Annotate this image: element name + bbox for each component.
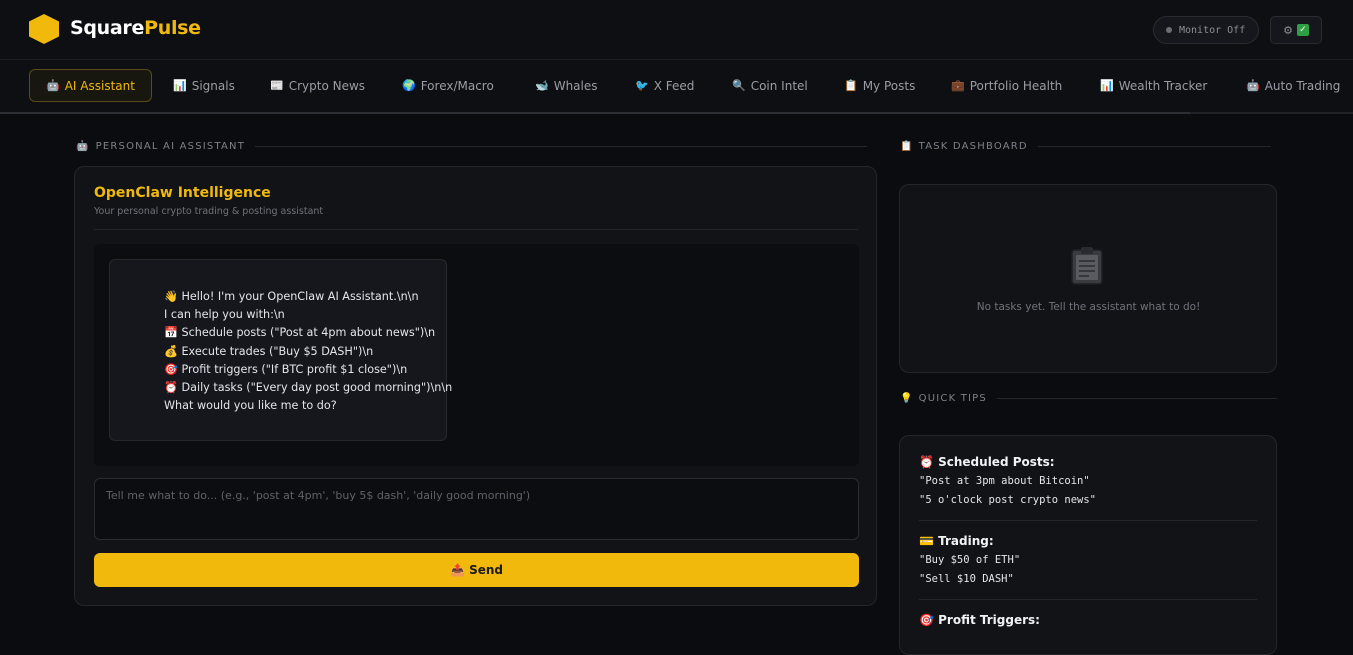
message-line: 🎯 Profit triggers ("If BTC profit $1 clo…: [164, 362, 408, 376]
magnifier-icon: 🔍: [732, 79, 746, 92]
assistant-section-heading: 🤖 PERSONAL AI ASSISTANT: [76, 141, 868, 152]
clipboard-icon: 📋: [844, 79, 858, 92]
tab-whales[interactable]: 🐋 Whales: [535, 69, 598, 102]
divider: [996, 398, 1277, 399]
gear-icon: ⚙: [1283, 23, 1293, 37]
task-dashboard-panel: No tasks yet. Tell the assistant what to…: [899, 184, 1277, 373]
quick-tips-panel: ⏰ Scheduled Posts: "Post at 3pm about Bi…: [899, 435, 1277, 655]
divider: [1037, 146, 1271, 147]
send-button[interactable]: 📤 Send: [94, 553, 859, 587]
tip-group-profit-triggers: 🎯 Profit Triggers:: [919, 613, 1257, 627]
divider: [919, 520, 1257, 521]
brand-name-part1: Square: [70, 17, 145, 39]
tab-label: Wealth Tracker: [1118, 78, 1208, 93]
message-line: I can help you with:\n: [164, 308, 285, 322]
tab-auto-trading[interactable]: 🤖 Auto Trading: [1246, 69, 1340, 102]
settings-button[interactable]: ⚙ ✓: [1270, 16, 1322, 44]
tab-label: Coin Intel: [750, 78, 808, 93]
tab-forex-macro[interactable]: 🌍 Forex/Macro: [402, 69, 494, 102]
robot-icon: 🤖: [76, 141, 90, 152]
bar-chart-icon: 📊: [173, 79, 187, 92]
assistant-panel: OpenClaw Intelligence Your personal cryp…: [74, 166, 877, 606]
tab-crypto-news[interactable]: 📰 Crypto News: [270, 69, 365, 102]
section-label-text: QUICK TIPS: [918, 393, 987, 404]
assistant-subtitle: Your personal crypto trading & posting a…: [94, 206, 324, 217]
tab-label: Whales: [553, 78, 598, 93]
assistant-command-input[interactable]: [94, 478, 859, 540]
brand-name: SquarePulse: [70, 17, 201, 39]
task-dashboard-heading: 📋 TASK DASHBOARD: [900, 141, 1271, 152]
tab-label: AI Assistant: [64, 78, 135, 93]
tab-wealth-tracker[interactable]: 📊 Wealth Tracker: [1100, 69, 1207, 102]
tab-label: Forex/Macro: [420, 78, 494, 93]
tab-signals[interactable]: 📊 Signals: [173, 69, 235, 102]
brand-name-part2: Pulse: [144, 17, 201, 39]
tip-example: "Buy $50 of ETH": [919, 554, 1021, 566]
empty-tasks-message: No tasks yet. Tell the assistant what to…: [976, 301, 1201, 313]
clipboard-empty-icon: [1071, 247, 1103, 285]
tip-example: "Post at 3pm about Bitcoin": [919, 475, 1090, 487]
tab-coin-intel[interactable]: 🔍 Coin Intel: [732, 69, 808, 102]
bird-icon: 🐦: [635, 79, 649, 92]
app-header: SquarePulse Monitor Off ⚙ ✓: [0, 0, 1353, 60]
section-label-text: PERSONAL AI ASSISTANT: [95, 141, 246, 152]
tip-title: 💳 Trading:: [919, 534, 994, 548]
tip-title: ⏰ Scheduled Posts:: [919, 455, 1055, 469]
whale-icon: 🐋: [535, 79, 549, 92]
robot-icon: 🤖: [1246, 79, 1260, 92]
tab-x-feed[interactable]: 🐦 X Feed: [635, 69, 694, 102]
tab-ai-assistant[interactable]: 🤖 AI Assistant: [29, 69, 152, 102]
message-line: 💰 Execute trades ("Buy $5 DASH")\n: [164, 344, 374, 358]
logo-hexagon-icon: [29, 14, 59, 44]
message-line: 📅 Schedule posts ("Post at 4pm about new…: [164, 326, 436, 340]
divider: [919, 599, 1257, 600]
monitor-status-dot-icon: [1166, 27, 1172, 33]
main-nav-tabs: 🤖 AI Assistant 📊 Signals 📰 Crypto News 🌍…: [0, 60, 1353, 114]
robot-icon: 🤖: [46, 79, 60, 92]
tab-label: Portfolio Health: [969, 78, 1063, 93]
lightbulb-icon: 💡: [900, 393, 914, 404]
tab-label: My Posts: [862, 78, 916, 93]
globe-icon: 🌍: [402, 79, 416, 92]
assistant-title: OpenClaw Intelligence: [94, 185, 271, 201]
clipboard-icon: 📋: [900, 141, 914, 152]
tab-label: Auto Trading: [1264, 78, 1341, 93]
tab-label: X Feed: [653, 78, 695, 93]
tabs-scrollbar[interactable]: [0, 112, 1190, 114]
briefcase-icon: 💼: [951, 79, 965, 92]
check-icon: ✓: [1296, 24, 1309, 36]
divider: [255, 146, 868, 147]
tip-group-trading: 💳 Trading: "Buy $50 of ETH" "Sell $10 DA…: [919, 534, 1257, 589]
tip-example: "Sell $10 DASH": [919, 573, 1014, 585]
tab-my-posts[interactable]: 📋 My Posts: [844, 69, 915, 102]
tab-portfolio-health[interactable]: 💼 Portfolio Health: [951, 69, 1062, 102]
quick-tips-heading: 💡 QUICK TIPS: [900, 393, 1277, 404]
tip-title: 🎯 Profit Triggers:: [919, 613, 1040, 627]
monitor-toggle-button[interactable]: Monitor Off: [1153, 16, 1259, 44]
chat-history[interactable]: 👋 Hello! I'm your OpenClaw AI Assistant.…: [94, 244, 859, 466]
assistant-message-bubble: 👋 Hello! I'm your OpenClaw AI Assistant.…: [109, 259, 453, 441]
message-line: 👋 Hello! I'm your OpenClaw AI Assistant.…: [164, 290, 419, 303]
tip-example: "5 o'clock post crypto news": [919, 494, 1097, 506]
message-line: ⏰ Daily tasks ("Every day post good morn…: [164, 381, 453, 395]
newspaper-icon: 📰: [270, 79, 284, 92]
section-label-text: TASK DASHBOARD: [918, 141, 1028, 152]
monitor-label: Monitor Off: [1179, 24, 1246, 36]
bar-chart-icon: 📊: [1100, 79, 1114, 92]
tab-label: Crypto News: [288, 78, 366, 93]
message-line: What would you like me to do?: [164, 399, 337, 413]
tab-label: Signals: [191, 78, 235, 93]
tip-group-scheduled-posts: ⏰ Scheduled Posts: "Post at 3pm about Bi…: [919, 455, 1257, 510]
divider: [94, 229, 858, 230]
